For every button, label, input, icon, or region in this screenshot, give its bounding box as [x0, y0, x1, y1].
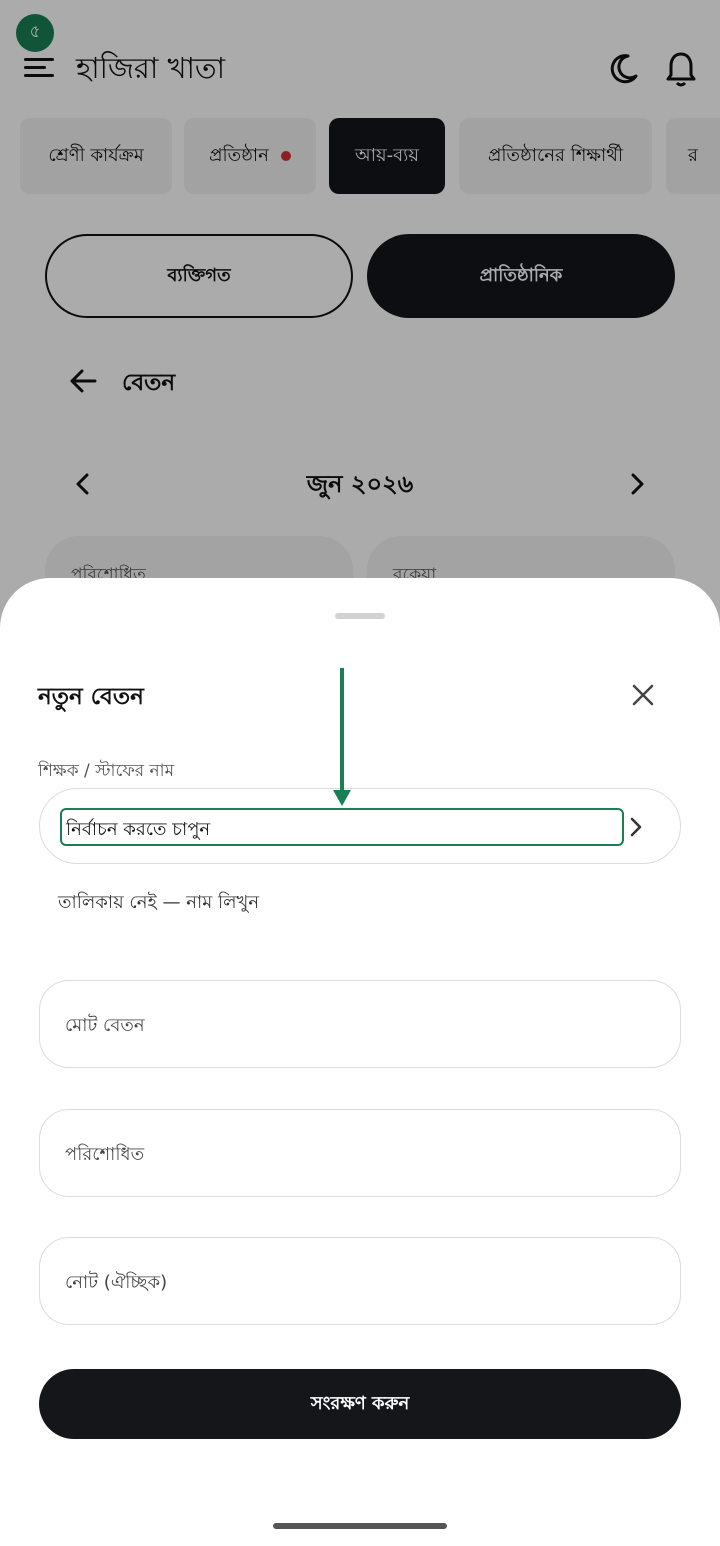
drag-handle[interactable]: [335, 613, 385, 619]
manual-name-entry-link[interactable]: তালিকায় নেই — নাম লিখুন: [58, 888, 259, 919]
close-icon[interactable]: [630, 682, 656, 708]
total-salary-input[interactable]: মোট বেতন: [39, 980, 681, 1068]
tap-indicator-arrow-icon: [333, 668, 351, 806]
staff-name-label: শিক্ষক / স্টাফের নাম: [38, 761, 175, 781]
home-indicator[interactable]: [273, 1523, 447, 1529]
chevron-right-icon: [630, 817, 642, 837]
save-button[interactable]: সংরক্ষণ করুন: [39, 1369, 681, 1439]
staff-selector[interactable]: নির্বাচন করতে চাপুন: [39, 788, 681, 864]
sheet-title: নতুন বেতন: [38, 684, 144, 710]
note-input[interactable]: নোট (ঐচ্ছিক): [39, 1237, 681, 1325]
new-salary-sheet: নতুন বেতন শিক্ষক / স্টাফের নাম নির্বাচন …: [0, 578, 720, 1546]
total-salary-placeholder: মোট বেতন: [65, 1015, 145, 1036]
note-placeholder: নোট (ঐচ্ছিক): [65, 1272, 168, 1293]
paid-amount-placeholder: পরিশোধিত: [65, 1144, 145, 1165]
paid-amount-input[interactable]: পরিশোধিত: [39, 1109, 681, 1197]
